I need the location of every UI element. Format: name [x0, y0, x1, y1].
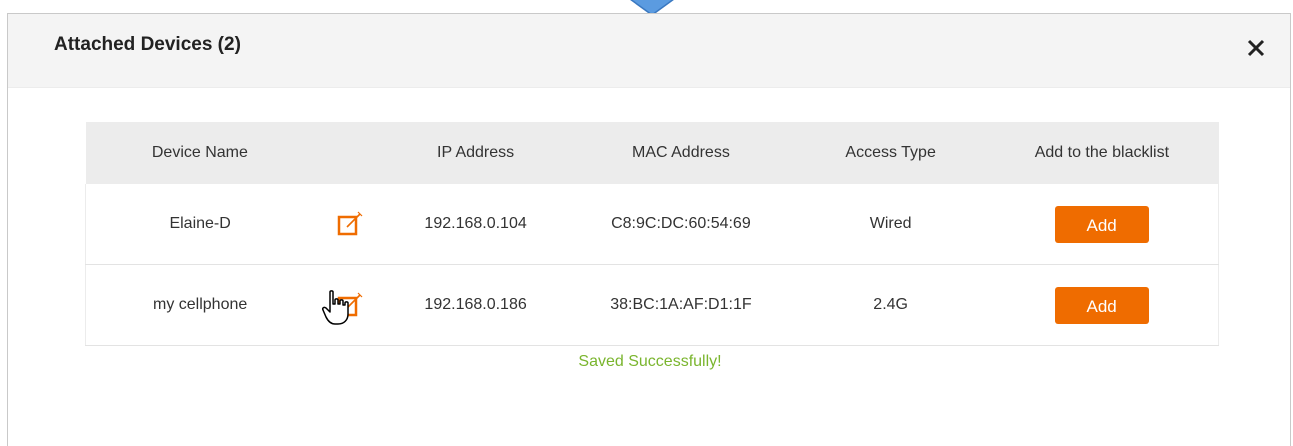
ip-cell: 192.168.0.186 [385, 264, 566, 346]
device-name-cell: my cellphone [85, 264, 315, 346]
page: Attached Devices (2) Device Name IP Addr… [0, 0, 1293, 446]
mac-cell: 38:BC:1A:AF:D1:1F [565, 264, 797, 346]
access-type-cell: Wired [796, 184, 986, 265]
header-blacklist: Add to the blacklist [985, 122, 1219, 184]
table-header-row: Device Name IP Address MAC Address Acces… [85, 122, 1219, 184]
close-icon[interactable] [1246, 38, 1266, 58]
header-mac-address: MAC Address [565, 122, 797, 184]
dialog-header: Attached Devices (2) [8, 14, 1290, 88]
hand-cursor-icon [322, 290, 349, 325]
attached-devices-dialog: Attached Devices (2) Device Name IP Addr… [7, 13, 1291, 446]
ip-cell: 192.168.0.104 [385, 184, 566, 265]
header-access-type: Access Type [796, 122, 986, 184]
blacklist-cell: Add [985, 184, 1220, 265]
status-message: Saved Successfully! [578, 353, 722, 370]
edit-icon[interactable] [337, 211, 363, 237]
header-ip-address: IP Address [385, 122, 566, 184]
blacklist-cell: Add [985, 264, 1220, 346]
header-edit-column [314, 122, 386, 184]
add-to-blacklist-button[interactable]: Add [1054, 286, 1149, 324]
edit-cell [314, 184, 386, 265]
table-row: Elaine-D 192.168.0.104 C8:9C:DC:60:54:69… [85, 184, 1220, 265]
devices-table: Device Name IP Address MAC Address Acces… [85, 122, 1220, 346]
table-row: my cellphone 192.168.0.186 38:BC:1A:AF:D… [85, 264, 1220, 346]
device-name-cell: Elaine-D [85, 184, 315, 265]
access-type-cell: 2.4G [796, 264, 986, 346]
mac-cell: C8:9C:DC:60:54:69 [565, 184, 797, 265]
header-device-name: Device Name [85, 122, 315, 184]
add-to-blacklist-button[interactable]: Add [1054, 205, 1149, 243]
dialog-title: Attached Devices (2) [54, 34, 241, 55]
